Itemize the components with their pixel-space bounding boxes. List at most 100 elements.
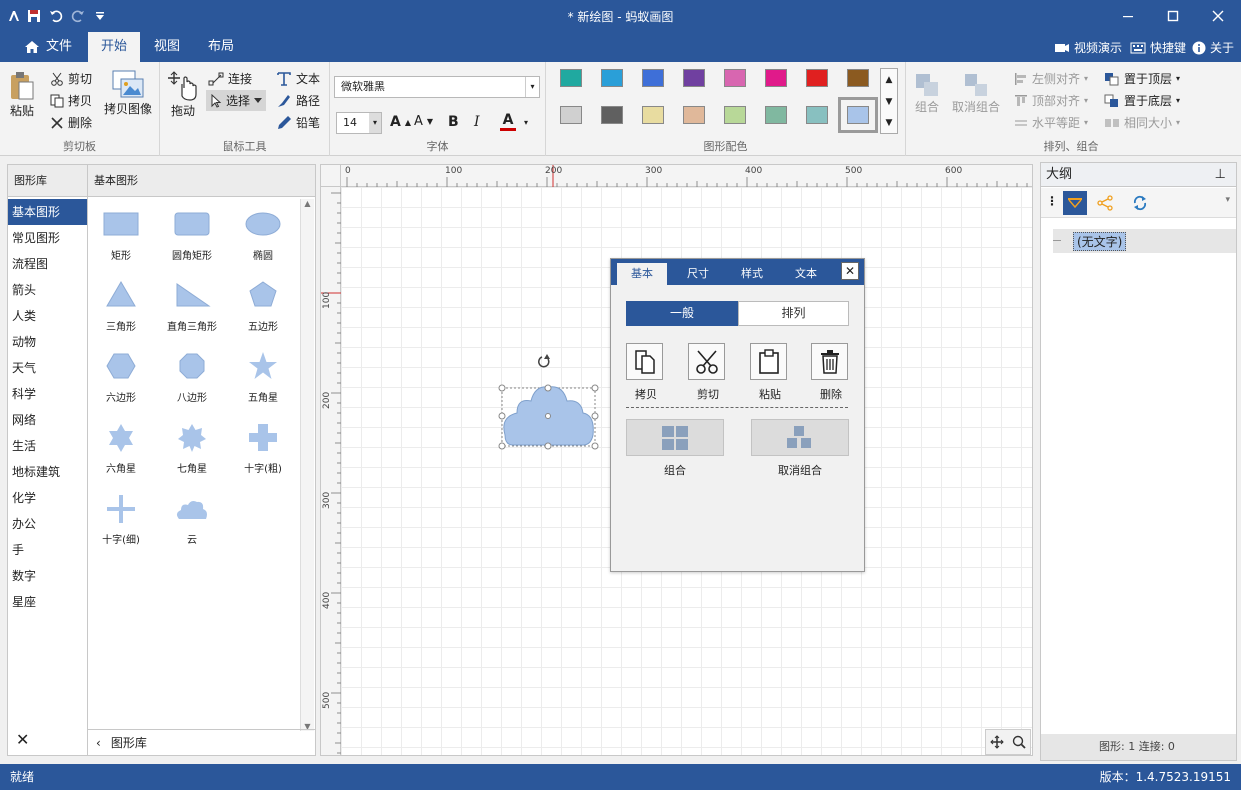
category-item[interactable]: 手 xyxy=(8,537,87,563)
popup-tab-text[interactable]: 文本 xyxy=(781,263,831,285)
maximize-button[interactable] xyxy=(1150,0,1196,32)
shape-item-cloud[interactable]: 云 xyxy=(157,491,227,546)
swatch-scroll-up-icon[interactable]: ▲ xyxy=(881,69,897,91)
same-size-button[interactable]: 相同大小 ▾ xyxy=(1104,114,1180,131)
shape-item-ellipse[interactable]: 椭圆 xyxy=(228,207,298,262)
copy-button[interactable]: 拷贝 xyxy=(50,92,92,109)
color-swatch[interactable] xyxy=(683,69,705,87)
font-color-dropdown-icon[interactable]: ▾ xyxy=(524,118,528,127)
color-swatch[interactable] xyxy=(601,69,623,87)
category-item[interactable]: 地标建筑 xyxy=(8,459,87,485)
outline-item[interactable]: (无文字) xyxy=(1053,229,1236,253)
color-swatch[interactable] xyxy=(765,106,787,124)
category-item[interactable]: 流程图 xyxy=(8,251,87,277)
color-swatch[interactable] xyxy=(724,106,746,124)
minimize-button[interactable] xyxy=(1105,0,1151,32)
font-size-dropdown-icon[interactable]: ▾ xyxy=(369,113,381,133)
category-item[interactable]: 网络 xyxy=(8,407,87,433)
ungroup-button[interactable]: 取消组合 xyxy=(952,72,1000,115)
swatch-scrollbar[interactable]: ▲ ▼ ▼ xyxy=(880,68,898,134)
group-button[interactable]: 组合 xyxy=(914,72,940,115)
zoom-icon[interactable] xyxy=(1012,735,1026,749)
font-size-select[interactable]: 14 ▾ xyxy=(336,112,382,134)
shape-item-pentagon[interactable]: 五边形 xyxy=(228,278,298,333)
select-tool-button[interactable]: 选择 xyxy=(206,90,267,111)
library-footer[interactable]: ‹ 图形库 xyxy=(88,729,316,755)
chevron-left-icon[interactable]: ‹ xyxy=(96,736,101,750)
popup-group-button[interactable]: 组合 xyxy=(626,419,724,478)
bold-button[interactable]: B xyxy=(448,114,459,130)
pin-icon[interactable]: ⊥ xyxy=(1215,163,1226,187)
segment-arrange[interactable]: 排列 xyxy=(738,301,849,326)
share-icon[interactable] xyxy=(1097,195,1113,211)
popup-tab-size[interactable]: 尺寸 xyxy=(673,263,723,285)
color-swatch[interactable] xyxy=(642,106,664,124)
swatch-scroll-down-icon[interactable]: ▼ xyxy=(881,91,897,113)
tab-layout[interactable]: 布局 xyxy=(198,32,244,62)
horizontal-spacing-button[interactable]: 水平等距 ▾ xyxy=(1014,114,1088,131)
category-item[interactable]: 数字 xyxy=(8,563,87,589)
shape-item-six-point-star[interactable]: 六角星 xyxy=(86,420,156,475)
close-button[interactable] xyxy=(1195,0,1241,32)
shape-item-seven-point-star[interactable]: 七角星 xyxy=(157,420,227,475)
shape-item-rectangle[interactable]: 矩形 xyxy=(86,207,156,262)
color-swatch[interactable] xyxy=(642,69,664,87)
align-top-button[interactable]: 顶部对齐 ▾ xyxy=(1014,92,1088,109)
align-left-button[interactable]: 左侧对齐 ▾ xyxy=(1014,70,1088,87)
cloud-shape-selected[interactable] xyxy=(495,353,599,453)
popup-copy-button[interactable]: 拷贝 xyxy=(626,343,666,402)
color-swatch[interactable] xyxy=(560,106,582,124)
copy-image-button[interactable]: 拷贝图像 xyxy=(104,70,152,117)
popup-delete-button[interactable]: 删除 xyxy=(811,343,851,402)
popup-cut-button[interactable]: 剪切 xyxy=(688,343,728,402)
font-grow-button[interactable]: A ▲ xyxy=(390,114,411,130)
bring-to-front-button[interactable]: 置于顶层 ▾ xyxy=(1104,70,1180,87)
color-swatch[interactable] xyxy=(683,106,705,124)
refresh-icon[interactable] xyxy=(1131,194,1149,212)
scroll-up-icon[interactable]: ▲ xyxy=(301,199,314,208)
shape-item-thin-cross[interactable]: 十字(细) xyxy=(86,491,156,546)
font-color-button[interactable]: A xyxy=(500,112,516,131)
color-swatch[interactable] xyxy=(847,69,869,87)
popup-paste-button[interactable]: 粘贴 xyxy=(750,343,790,402)
shortcuts-button[interactable]: 快捷键 xyxy=(1130,39,1186,56)
category-item[interactable]: 动物 xyxy=(8,329,87,355)
auto-layout-button[interactable] xyxy=(1063,191,1087,215)
font-family-select[interactable]: 微软雅黑 ▾ xyxy=(334,76,540,98)
category-item[interactable]: 常见图形 xyxy=(8,225,87,251)
delete-button[interactable]: 删除 xyxy=(50,114,92,131)
color-swatch[interactable] xyxy=(601,106,623,124)
category-item[interactable]: 科学 xyxy=(8,381,87,407)
path-tool-button[interactable]: 路径 xyxy=(276,92,320,109)
send-to-back-button[interactable]: 置于底层 ▾ xyxy=(1104,92,1180,109)
segment-general[interactable]: 一般 xyxy=(626,301,738,326)
shape-item-thick-cross[interactable]: 十字(粗) xyxy=(228,420,298,475)
category-item[interactable]: 化学 xyxy=(8,485,87,511)
popup-tab-style[interactable]: 样式 xyxy=(727,263,777,285)
text-tool-button[interactable]: 文本 xyxy=(276,70,320,87)
category-item[interactable]: 星座 xyxy=(8,589,87,615)
pencil-tool-button[interactable]: 铅笔 xyxy=(276,114,320,131)
paste-button[interactable]: 粘贴 xyxy=(8,70,36,119)
shape-item-rounded-rectangle[interactable]: 圆角矩形 xyxy=(157,207,227,262)
drag-tool-button[interactable]: 拖动 xyxy=(166,70,200,119)
outline-menu-icon[interactable]: ▾ xyxy=(1225,195,1230,205)
category-item[interactable]: 箭头 xyxy=(8,277,87,303)
rotate-handle-icon[interactable] xyxy=(538,354,550,368)
popup-tab-basic[interactable]: 基本 xyxy=(617,263,667,285)
color-swatch[interactable] xyxy=(765,69,787,87)
font-family-dropdown-icon[interactable]: ▾ xyxy=(525,77,539,97)
about-button[interactable]: 关于 xyxy=(1192,39,1234,56)
category-item[interactable]: 生活 xyxy=(8,433,87,459)
italic-button[interactable]: I xyxy=(474,114,480,130)
font-shrink-button[interactable]: A ▼ xyxy=(414,114,433,129)
pan-zoom-control[interactable] xyxy=(985,729,1031,755)
pan-icon[interactable] xyxy=(990,735,1004,749)
shape-item-hexagon[interactable]: 六边形 xyxy=(86,349,156,404)
category-item[interactable]: 基本图形 xyxy=(8,199,87,225)
category-item[interactable]: 人类 xyxy=(8,303,87,329)
popup-ungroup-button[interactable]: 取消组合 xyxy=(751,419,849,478)
swatch-expand-icon[interactable]: ▼ xyxy=(881,113,897,133)
popup-close-icon[interactable]: ✕ xyxy=(841,262,859,280)
color-swatch[interactable] xyxy=(806,106,828,124)
